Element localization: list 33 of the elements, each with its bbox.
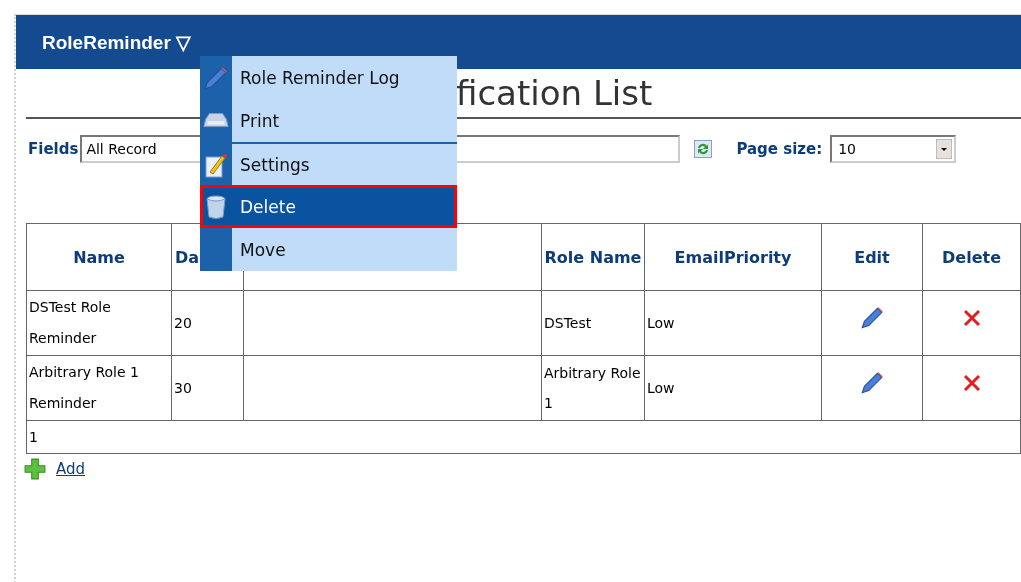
menu-item[interactable]: Role Reminder Log: [232, 56, 457, 99]
table-cell: 20: [171, 290, 244, 356]
plus-icon[interactable]: [24, 458, 46, 480]
table-cell: Low: [644, 290, 822, 356]
pencil-icon[interactable]: [859, 304, 885, 331]
bin-icon: [205, 193, 227, 220]
page-title: fication List: [456, 73, 653, 113]
column-header: Role Name: [541, 223, 645, 291]
table-cell: DSTest: [541, 290, 645, 356]
column-header: Edit: [821, 223, 923, 291]
column-header: Name: [26, 223, 172, 291]
pencil-icon[interactable]: [859, 369, 885, 396]
page-size-label: Page size:: [736, 140, 823, 158]
table-cell: Arbitrary Role 1 Reminder: [26, 355, 172, 421]
menu-item[interactable]: Delete: [200, 185, 457, 228]
table-cell: 30: [171, 355, 244, 421]
page-size-select[interactable]: 10: [830, 135, 957, 163]
column-header: Delete: [922, 223, 1021, 291]
delete-x-icon[interactable]: [961, 372, 982, 393]
table-cell: Arbitrary Role 1: [541, 355, 645, 421]
pencil-icon: [203, 64, 229, 91]
note-pencil-icon: [204, 151, 228, 178]
delete-x-icon[interactable]: [961, 307, 982, 328]
table-cell: Low: [644, 355, 822, 421]
fields-label: Fields: [28, 140, 79, 158]
menu-item[interactable]: Print: [232, 99, 457, 142]
table-cell: DSTest Role Reminder: [26, 290, 172, 356]
column-header: EmailPriority: [644, 223, 822, 291]
pager-page[interactable]: 1: [26, 420, 1021, 454]
refresh-icon[interactable]: [694, 140, 713, 158]
app-menu-button[interactable]: RoleReminder ▽: [42, 30, 192, 54]
dropdown-icon[interactable]: [936, 139, 953, 159]
add-link[interactable]: Add: [56, 460, 86, 478]
